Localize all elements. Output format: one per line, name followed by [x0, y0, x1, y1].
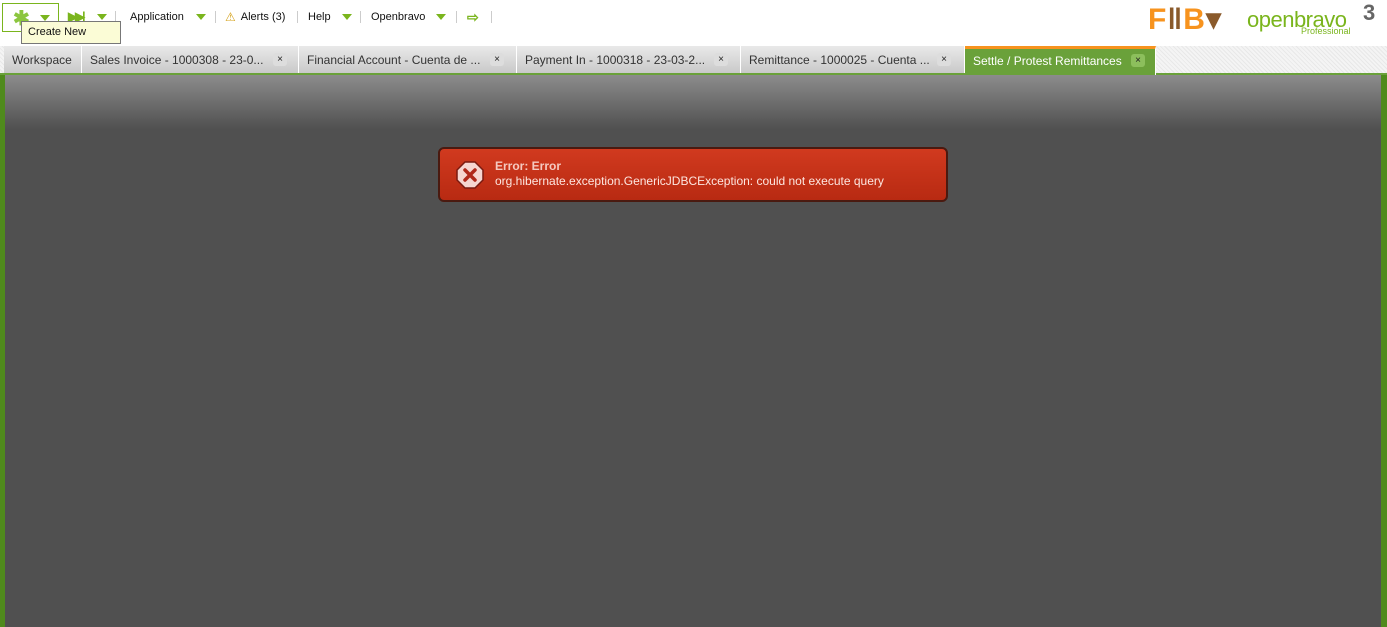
separator	[491, 11, 492, 23]
error-message: Error: Error org.hibernate.exception.Gen…	[438, 147, 948, 202]
separator	[456, 11, 457, 23]
close-icon[interactable]: ×	[490, 53, 504, 66]
tab-remittance[interactable]: Remittance - 1000025 - Cuenta ... ×	[741, 46, 965, 73]
help-label: Help	[308, 11, 331, 23]
tab-label: Financial Account - Cuenta de ...	[307, 53, 481, 67]
chevron-down-icon	[341, 14, 352, 20]
close-icon[interactable]: ×	[714, 53, 728, 66]
openbravo-logo: openbravo 3 Professional	[1247, 0, 1382, 38]
user-menu[interactable]: Openbravo	[371, 0, 447, 34]
tab-payment-in[interactable]: Payment In - 1000318 - 23-03-2... ×	[517, 46, 741, 73]
application-menu[interactable]: Application	[130, 0, 206, 34]
help-menu[interactable]: Help	[308, 0, 352, 34]
tab-label: Payment In - 1000318 - 23-03-2...	[525, 53, 706, 67]
application-label: Application	[130, 11, 184, 23]
edition-text: Professional	[1301, 26, 1351, 36]
chevron-down-icon	[195, 14, 206, 20]
logout-icon: ⇨	[467, 8, 479, 25]
tab-label: Sales Invoice - 1000308 - 23-0...	[90, 53, 264, 67]
version-text: 3	[1363, 0, 1376, 25]
warning-icon: ⚠	[225, 10, 236, 24]
logout-button[interactable]: ⇨	[467, 0, 479, 34]
tab-label: Settle / Protest Remittances	[973, 54, 1122, 68]
error-icon	[456, 161, 484, 189]
tab-settle-protest-remittances[interactable]: Settle / Protest Remittances ×	[965, 46, 1156, 75]
tab-workspace[interactable]: Workspace	[4, 46, 82, 73]
close-icon[interactable]: ×	[273, 53, 287, 66]
customer-logo: FǁB▾	[1148, 3, 1222, 36]
close-icon[interactable]: ×	[1131, 54, 1145, 67]
error-title: Error: Error	[495, 159, 562, 173]
separator	[360, 11, 361, 23]
chevron-down-icon	[96, 14, 107, 20]
alerts-label: Alerts (3)	[240, 11, 286, 23]
tab-label: Remittance - 1000025 - Cuenta ...	[749, 53, 930, 67]
tab-sales-invoice[interactable]: Sales Invoice - 1000308 - 23-0... ×	[82, 46, 299, 73]
chevron-down-icon	[436, 14, 447, 20]
tab-label: Workspace	[12, 53, 72, 67]
tab-financial-account[interactable]: Financial Account - Cuenta de ... ×	[299, 46, 517, 73]
alerts-button[interactable]: ⚠ Alerts (3)	[225, 0, 285, 34]
tab-bar: Workspace Sales Invoice - 1000308 - 23-0…	[0, 46, 1387, 75]
top-toolbar: ✱ ▶▶| Application ⚠ Alerts (3) Help Open…	[0, 0, 1387, 46]
create-new-tooltip: Create New	[21, 21, 121, 44]
separator	[297, 11, 298, 23]
error-text: org.hibernate.exception.GenericJDBCExcep…	[495, 174, 884, 188]
separator	[215, 11, 216, 23]
close-icon[interactable]: ×	[937, 53, 951, 66]
user-label: Openbravo	[371, 11, 426, 23]
